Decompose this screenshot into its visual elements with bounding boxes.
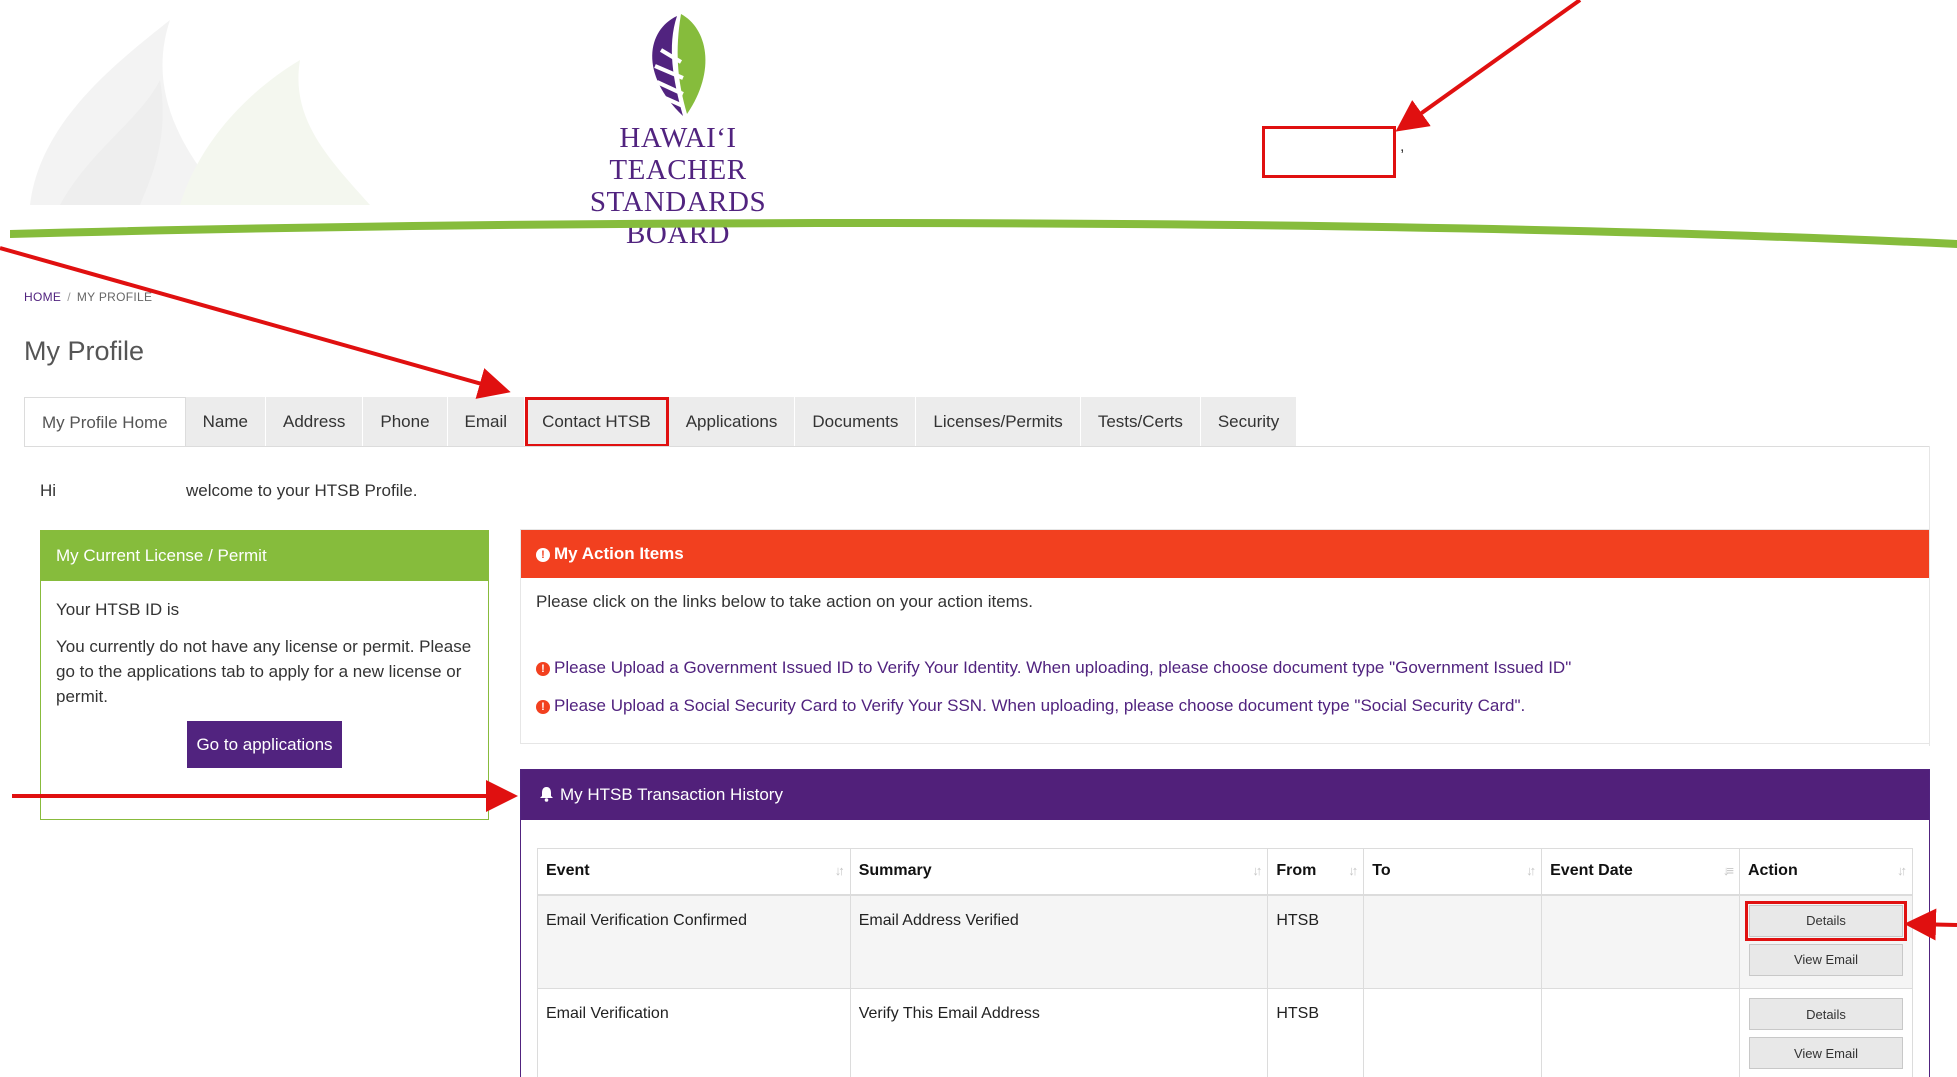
license-panel-title: My Current License / Permit [41, 531, 488, 581]
page-title: My Profile [24, 336, 145, 366]
breadcrumb-current: MY PROFILE [76, 290, 153, 304]
tab-contact-htsb[interactable]: Contact HTSB [525, 397, 669, 447]
cell-to [1363, 988, 1543, 1077]
sort-icon[interactable]: ↓↑ [1526, 863, 1536, 878]
sort-icon[interactable]: ↓↑ [1897, 863, 1907, 878]
table-row: Email Verification Confirmed Email Addre… [537, 894, 1914, 989]
greeting-welcome: welcome to your HTSB Profile. [186, 481, 418, 500]
sort-desc-icon[interactable]: ↓≡ [1723, 863, 1734, 878]
breadcrumb: HOME / MY PROFILE [24, 290, 152, 304]
tab-name[interactable]: Name [185, 397, 266, 447]
action-items-title: My Action Items [554, 544, 684, 563]
arrow-to-username [1395, 0, 1582, 132]
htsb-logo[interactable]: HAWAIʻI TEACHER STANDARDS BOARD [548, 10, 808, 250]
column-header-to-label: To [1372, 862, 1391, 880]
upload-social-security-link[interactable]: ! Please Upload a Social Security Card to… [536, 696, 1525, 716]
transaction-history-panel: My HTSB Transaction History Event ↓↑ Summ… [520, 769, 1930, 1077]
sort-icon[interactable]: ↓↑ [1252, 863, 1262, 878]
cell-from: HTSB [1267, 988, 1365, 1077]
go-to-applications-button[interactable]: Go to applications [187, 721, 342, 768]
exclamation-circle-icon: ! [536, 700, 550, 714]
upload-government-id-link[interactable]: ! Please Upload a Government Issued ID to… [536, 658, 1571, 678]
tab-my-profile-home[interactable]: My Profile Home [24, 397, 186, 447]
column-header-event-label: Event [546, 862, 590, 880]
cell-actions: Details View Email [1738, 988, 1914, 1077]
tab-address[interactable]: Address [266, 397, 364, 447]
tab-divider [24, 446, 1930, 447]
tab-phone[interactable]: Phone [363, 397, 448, 447]
column-header-event-date-label: Event Date [1550, 862, 1633, 880]
breadcrumb-separator: / [67, 290, 71, 304]
upload-government-id-text[interactable]: Please Upload a Government Issued ID to … [554, 658, 1571, 677]
action-items-panel: ! My Action Items Please click on the lin… [520, 529, 1930, 744]
htsb-id-text: Your HTSB ID is [56, 600, 180, 619]
background-flame-graphic [30, 20, 370, 205]
column-header-action[interactable]: Action ↓↑ [1738, 848, 1914, 896]
action-items-header: ! My Action Items [521, 530, 1929, 578]
bell-icon [540, 787, 553, 802]
sort-icon[interactable]: ↓↑ [835, 863, 845, 878]
column-header-to[interactable]: To ↓↑ [1363, 848, 1543, 896]
redacted-username-highlight[interactable] [1262, 126, 1396, 178]
greeting-hi: Hi [40, 481, 57, 500]
upload-social-security-text[interactable]: Please Upload a Social Security Card to … [554, 696, 1525, 715]
cell-event: Email Verification [537, 988, 851, 1077]
cell-from: HTSB [1267, 894, 1365, 989]
column-header-action-label: Action [1747, 862, 1798, 880]
column-header-summary-label: Summary [858, 862, 932, 880]
column-header-event-date[interactable]: Event Date ↓≡ [1541, 848, 1740, 896]
sort-icon[interactable]: ↓↑ [1348, 863, 1358, 878]
header-green-wave [10, 219, 1957, 248]
transaction-history-header: My HTSB Transaction History [521, 770, 1929, 820]
transaction-history-table: Event ↓↑ Summary ↓↑ From ↓↑ To ↓↑ Event Date… [537, 848, 1914, 1077]
tab-documents[interactable]: Documents [795, 397, 917, 447]
no-license-message: You currently do not have any license or… [56, 637, 472, 706]
tab-tests-certs[interactable]: Tests/Certs [1080, 397, 1201, 447]
comma-mark: , [1400, 138, 1405, 155]
transaction-history-title: My HTSB Transaction History [560, 785, 783, 804]
view-email-button[interactable]: View Email [1748, 943, 1903, 976]
column-header-summary[interactable]: Summary ↓↑ [849, 848, 1269, 896]
leaf-logo-icon [652, 14, 706, 116]
column-header-event[interactable]: Event ↓↑ [537, 848, 851, 896]
exclamation-circle-icon: ! [536, 662, 550, 676]
exclamation-circle-icon: ! [536, 548, 550, 562]
cell-to [1363, 894, 1543, 989]
logo-line-1: HAWAIʻI TEACHER [609, 122, 747, 186]
details-button[interactable]: Details [1748, 998, 1903, 1030]
current-license-panel: My Current License / Permit Your HTSB ID… [40, 530, 489, 820]
cell-event: Email Verification Confirmed [537, 894, 851, 989]
column-header-from-label: From [1276, 862, 1317, 880]
table-header-row: Event ↓↑ Summary ↓↑ From ↓↑ To ↓↑ Event Date… [537, 848, 1914, 896]
profile-tabs: My Profile Home Name Address Phone Email… [24, 397, 1298, 447]
cell-event-date [1541, 894, 1740, 989]
cell-actions: Details View Email [1738, 894, 1914, 989]
action-items-intro: Please click on the links below to take … [536, 592, 1034, 611]
breadcrumb-home-link[interactable]: HOME [24, 290, 61, 304]
cell-event-date [1541, 988, 1740, 1077]
view-email-button[interactable]: View Email [1748, 1037, 1903, 1069]
details-button[interactable]: Details [1744, 900, 1907, 941]
table-row: Email Verification Verify This Email Add… [537, 988, 1914, 1077]
tab-licenses-permits[interactable]: Licenses/Permits [916, 397, 1081, 447]
tab-security[interactable]: Security [1200, 397, 1298, 447]
cell-summary: Verify This Email Address [849, 988, 1269, 1077]
arrow-to-contact-tab [0, 246, 511, 399]
cell-summary: Email Address Verified [849, 894, 1269, 989]
tab-applications[interactable]: Applications [668, 397, 796, 447]
tab-email[interactable]: Email [447, 397, 526, 447]
column-header-from[interactable]: From ↓↑ [1267, 848, 1365, 896]
